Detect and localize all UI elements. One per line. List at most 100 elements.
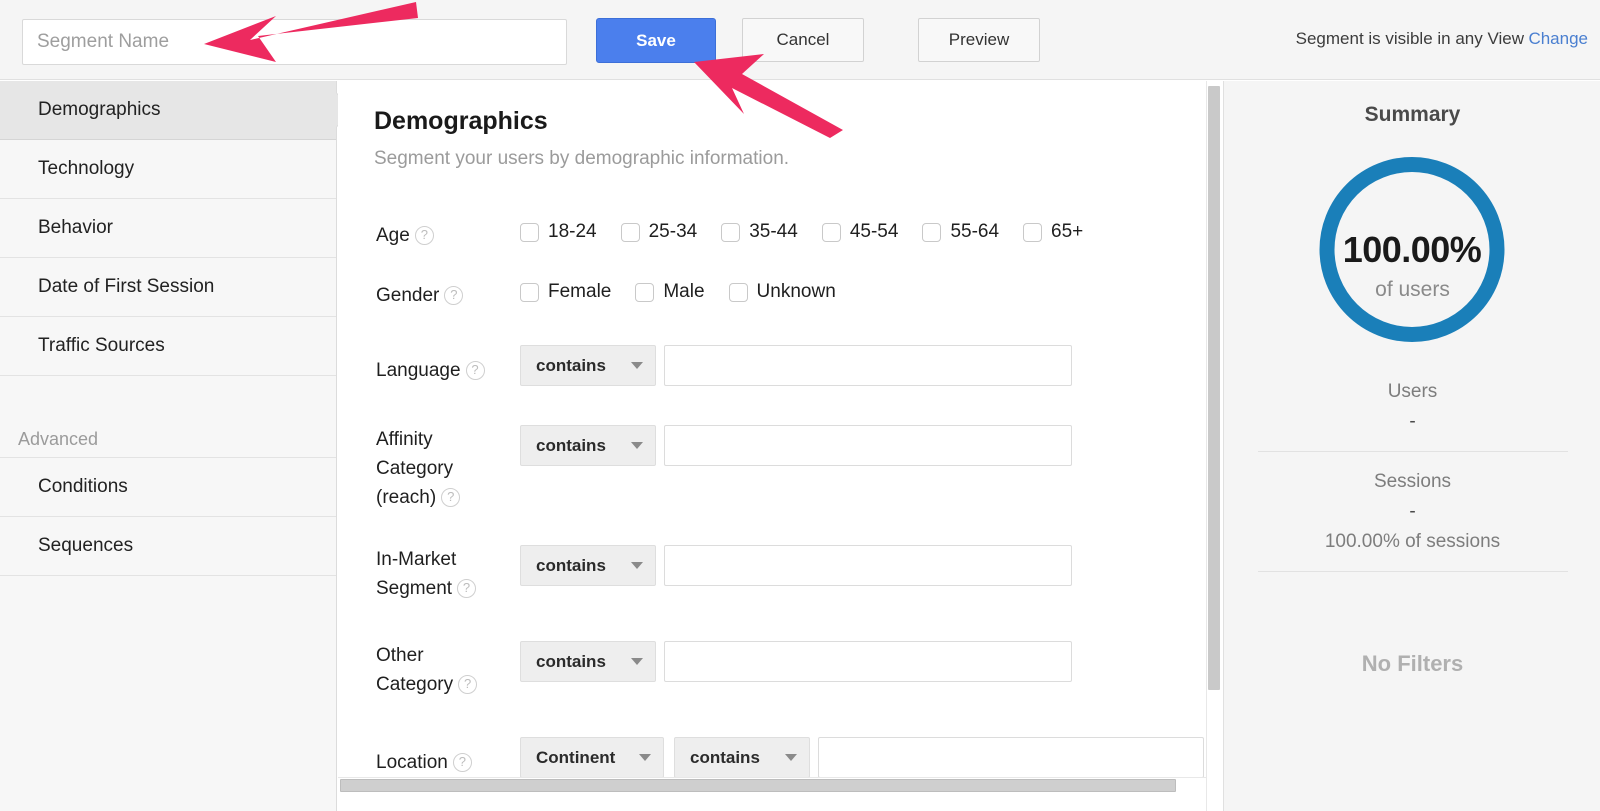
- checkbox-label: 55-64: [950, 221, 1000, 242]
- other-category-operator-select[interactable]: contains: [520, 641, 656, 682]
- gender-checkbox-female[interactable]: Female: [520, 281, 611, 303]
- checkbox-icon[interactable]: [620, 222, 640, 242]
- chevron-down-icon: [631, 362, 643, 369]
- in-market-operator-select[interactable]: contains: [520, 545, 656, 586]
- help-icon[interactable]: ?: [414, 226, 434, 245]
- gender-checkbox-unknown[interactable]: Unknown: [728, 281, 836, 303]
- main-vertical-scrollbar-thumb[interactable]: [1208, 86, 1220, 690]
- help-icon[interactable]: ?: [458, 675, 478, 694]
- sidebar-item-label: Date of First Session: [38, 276, 215, 297]
- other-category-label: Other Category?: [376, 641, 518, 699]
- sessions-metric-value: -: [1409, 501, 1416, 522]
- checkbox-icon[interactable]: [635, 282, 655, 302]
- sessions-metric-label: Sessions: [1373, 471, 1452, 492]
- in-market-label-line-2: Segment?: [376, 574, 518, 603]
- checkbox-icon[interactable]: [1023, 222, 1043, 242]
- checkbox-label: Male: [663, 281, 705, 302]
- age-checkbox-35-44[interactable]: 35-44: [721, 221, 798, 243]
- language-operator-select[interactable]: contains: [520, 345, 656, 386]
- checkbox-icon[interactable]: [728, 282, 748, 302]
- checkbox-icon[interactable]: [520, 222, 539, 242]
- sidebar-section-advanced: Advanced: [0, 422, 336, 458]
- help-icon[interactable]: ?: [457, 579, 477, 598]
- affinity-value-input[interactable]: [664, 425, 1072, 466]
- help-icon[interactable]: ?: [452, 753, 472, 772]
- in-market-operator-value: contains: [536, 555, 606, 575]
- checkbox-label: 45-54: [849, 221, 899, 242]
- main-horizontal-scrollbar-thumb[interactable]: [340, 779, 1176, 792]
- checkbox-icon[interactable]: [721, 222, 741, 242]
- location-operator-select[interactable]: contains: [674, 737, 810, 778]
- affinity-operator-value: contains: [536, 435, 606, 455]
- sidebar-item-behavior[interactable]: Behavior: [0, 199, 336, 258]
- help-icon[interactable]: ?: [441, 488, 461, 507]
- language-operator-value: contains: [536, 355, 606, 375]
- sidebar-item-label: Technology: [38, 158, 135, 179]
- sidebar-item-technology[interactable]: Technology: [0, 140, 336, 199]
- affinity-label-line-2: Category: [376, 458, 454, 479]
- affinity-category-label: Affinity Category (reach)?: [376, 425, 518, 512]
- checkbox-label: 35-44: [749, 221, 798, 242]
- sidebar-spacer: [0, 376, 336, 422]
- language-label: Language?: [376, 356, 518, 385]
- sidebar-item-traffic-sources[interactable]: Traffic Sources: [0, 317, 336, 376]
- checkbox-label: Female: [548, 281, 612, 302]
- users-metric-value: -: [1409, 411, 1416, 432]
- location-dimension-select[interactable]: Continent: [520, 737, 664, 778]
- sidebar-item-date-of-first-session[interactable]: Date of First Session: [0, 258, 336, 317]
- segment-name-input[interactable]: [22, 19, 567, 65]
- page-subtitle: Segment your users by demographic inform…: [374, 148, 790, 169]
- age-label: Age?: [376, 221, 518, 250]
- in-market-label-line-1: In-Market: [376, 549, 457, 570]
- checkbox-icon[interactable]: [821, 222, 841, 242]
- segment-builder-app: Save Cancel Preview Segment is visible i…: [0, 0, 1600, 811]
- sidebar-item-demographics[interactable]: Demographics: [0, 81, 353, 140]
- sidebar-item-label: Behavior: [38, 217, 113, 238]
- sidebar-item-sequences[interactable]: Sequences: [0, 517, 336, 576]
- help-icon[interactable]: ?: [465, 361, 485, 380]
- cancel-button[interactable]: Cancel: [742, 18, 864, 62]
- sessions-percent-label: 100.00% of sessions: [1324, 531, 1501, 552]
- other-category-label-line-1: Other: [376, 645, 424, 666]
- sidebar-item-label: Conditions: [38, 476, 128, 497]
- gender-label-text: Gender: [376, 285, 440, 306]
- affinity-label-line-3: (reach)?: [376, 483, 518, 512]
- segment-category-sidebar: Demographics Technology Behavior Date of…: [0, 81, 353, 811]
- summary-title: Summary: [1364, 103, 1461, 126]
- age-checkbox-18-24[interactable]: 18-24: [520, 221, 597, 243]
- age-checkbox-25-34[interactable]: 25-34: [620, 221, 698, 243]
- sidebar-item-label: Sequences: [38, 535, 134, 556]
- location-label-text: Location: [376, 752, 448, 773]
- age-checkbox-45-54[interactable]: 45-54: [821, 221, 899, 243]
- location-dimension-value: Continent: [536, 747, 616, 767]
- chevron-down-icon: [639, 754, 651, 761]
- sidebar-item-conditions[interactable]: Conditions: [0, 458, 336, 517]
- age-checkbox-65-plus[interactable]: 65+: [1023, 221, 1083, 243]
- gender-checkbox-male[interactable]: Male: [635, 281, 705, 303]
- checkbox-icon[interactable]: [520, 282, 539, 302]
- page-title: Demographics: [374, 107, 548, 135]
- save-button[interactable]: Save: [596, 18, 716, 63]
- donut-caption: of users: [1375, 278, 1450, 301]
- checkbox-label: Unknown: [756, 281, 836, 302]
- location-value-input[interactable]: [818, 737, 1204, 778]
- change-visibility-link[interactable]: Change: [1528, 29, 1588, 49]
- checkbox-label: 25-34: [648, 221, 698, 242]
- summary-divider-2: [1258, 571, 1568, 572]
- affinity-operator-select[interactable]: contains: [520, 425, 656, 466]
- age-checkbox-55-64[interactable]: 55-64: [922, 221, 999, 243]
- other-category-value-input[interactable]: [664, 641, 1072, 682]
- chevron-down-icon: [631, 562, 643, 569]
- language-value-input[interactable]: [664, 345, 1072, 386]
- in-market-label: In-Market Segment?: [376, 545, 518, 603]
- checkbox-icon[interactable]: [922, 222, 942, 242]
- location-operator-value: contains: [690, 747, 760, 767]
- age-checkbox-group: 18-24 25-34 35-44 45-54 55-64 65+: [520, 221, 1107, 243]
- chevron-down-icon: [785, 754, 797, 761]
- affinity-label-line-1: Affinity: [376, 429, 433, 450]
- gender-label: Gender?: [376, 281, 518, 310]
- segment-visibility-note: Segment is visible in any View: [1295, 29, 1524, 48]
- preview-button[interactable]: Preview: [918, 18, 1040, 62]
- in-market-value-input[interactable]: [664, 545, 1072, 586]
- help-icon[interactable]: ?: [444, 286, 464, 305]
